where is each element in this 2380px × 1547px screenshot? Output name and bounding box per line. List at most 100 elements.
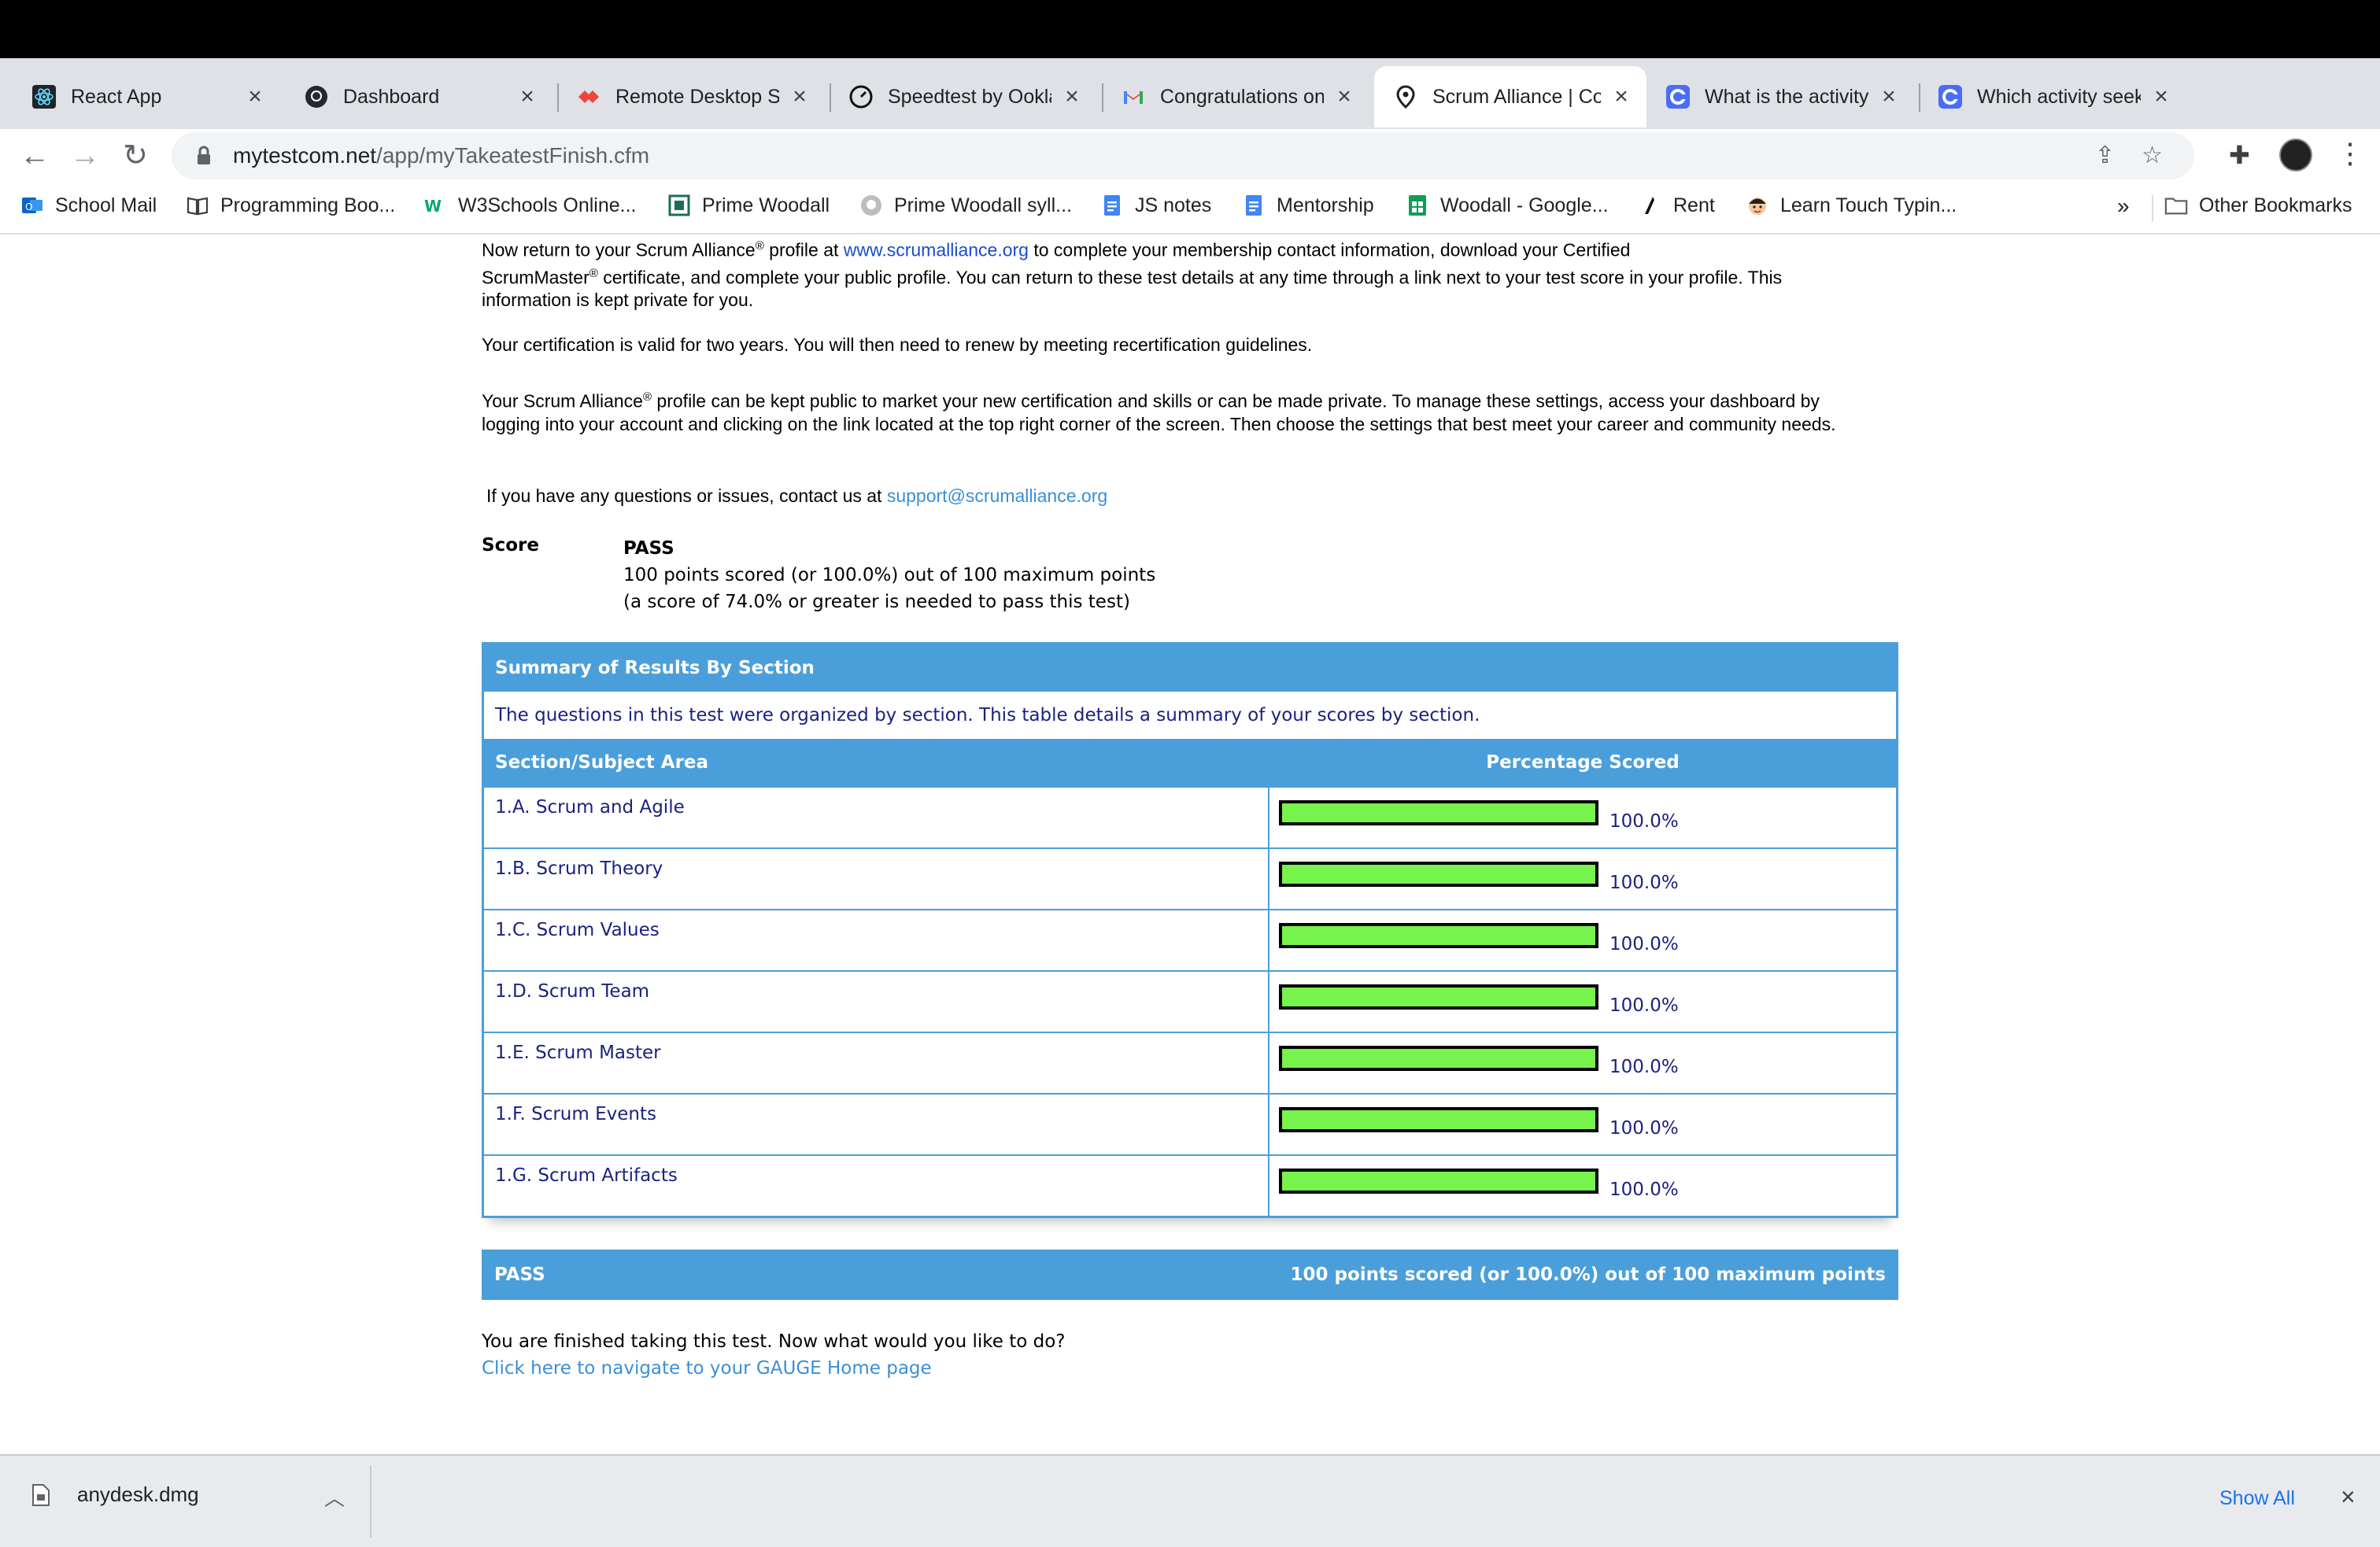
close-icon[interactable]: × bbox=[242, 83, 268, 110]
close-icon[interactable]: × bbox=[1609, 83, 1634, 110]
close-icon[interactable]: × bbox=[787, 83, 812, 110]
address-bar[interactable]: mytestcom.net/app/myTakeatestFinish.cfm … bbox=[172, 132, 2194, 179]
tab-title: Which activity seek bbox=[1977, 85, 2141, 108]
tab-title: Remote Desktop So bbox=[615, 85, 779, 108]
close-icon[interactable]: × bbox=[1876, 83, 1901, 110]
percentage-cell: 100.0% bbox=[1269, 972, 1896, 1032]
gauge-home-link[interactable]: Click here to navigate to your GAUGE Hom… bbox=[482, 1355, 1065, 1382]
bookmark-js-notes[interactable]: JS notes bbox=[1100, 194, 1211, 217]
close-icon[interactable]: × bbox=[1059, 83, 1085, 110]
section-name: 1.B. Scrum Theory bbox=[484, 849, 1269, 909]
finish-text: You are finished taking this test. Now w… bbox=[482, 1331, 1066, 1352]
close-icon[interactable]: × bbox=[515, 83, 540, 110]
scrumalliance-link[interactable]: www.scrumalliance.org bbox=[844, 240, 1029, 260]
bookmarks-separator bbox=[2152, 195, 2153, 222]
chevron-up-icon[interactable]: ︿ bbox=[324, 1482, 345, 1512]
folder-icon bbox=[2164, 194, 2188, 217]
close-icon[interactable]: × bbox=[1332, 83, 1357, 110]
close-icon[interactable]: × bbox=[2149, 83, 2174, 110]
score-detail: 100 points scored (or 100.0%) out of 100… bbox=[623, 565, 1156, 585]
section-name: 1.G. Scrum Artifacts bbox=[484, 1156, 1269, 1216]
progress-fill bbox=[1282, 1110, 1595, 1129]
other-bookmarks[interactable]: Other Bookmarks bbox=[2164, 194, 2352, 217]
percentage-value: 100.0% bbox=[1609, 995, 1679, 1016]
section-name: 1.D. Scrum Team bbox=[484, 972, 1269, 1032]
chegg-icon bbox=[1665, 84, 1691, 109]
text: to complete your membership contact info… bbox=[1028, 239, 1631, 260]
table-row: 1.E. Scrum Master 100.0% bbox=[484, 1032, 1896, 1093]
profile-avatar[interactable] bbox=[2279, 138, 2312, 172]
bookmarks-bar: O School Mail Programming Boo... W W3Sch… bbox=[0, 183, 2380, 234]
share-icon[interactable]: ⇪ bbox=[2095, 142, 2115, 169]
text: certificate, and complete your public pr… bbox=[597, 267, 1783, 288]
docs-icon bbox=[1242, 194, 1266, 217]
profile-instructions: Now return to your Scrum Alliance® profi… bbox=[482, 234, 1898, 312]
bookmark-learn-touch-typing[interactable]: Learn Touch Typin... bbox=[1746, 194, 1957, 217]
bookmark-label: Woodall - Google... bbox=[1440, 194, 1609, 216]
more-menu-icon[interactable]: ⋮ bbox=[2336, 137, 2364, 170]
tab-speedtest[interactable]: Speedtest by Ookla × bbox=[830, 66, 1097, 127]
support-email-link[interactable]: support@scrumalliance.org bbox=[887, 486, 1107, 506]
tab-scrum-alliance[interactable]: Scrum Alliance | Co × bbox=[1374, 66, 1646, 127]
bookmark-label: Prime Woodall syll... bbox=[894, 194, 1072, 216]
tab-remote-desktop[interactable]: Remote Desktop So × bbox=[557, 66, 825, 127]
tab-what-is-activity[interactable]: What is the activity × bbox=[1646, 66, 1914, 127]
summary-title: Summary of Results By Section bbox=[484, 644, 1896, 692]
score-threshold: (a score of 74.0% or greater is needed t… bbox=[623, 592, 1130, 612]
score-progress-bar bbox=[1279, 1046, 1598, 1071]
reload-icon[interactable]: ↻ bbox=[116, 137, 154, 175]
table-row: 1.C. Scrum Values 100.0% bbox=[484, 909, 1896, 970]
finish-block: You are finished taking this test. Now w… bbox=[482, 1328, 1065, 1382]
percentage-value: 100.0% bbox=[1609, 873, 1679, 893]
pass-summary-bar: PASS 100 points scored (or 100.0%) out o… bbox=[482, 1250, 1898, 1300]
show-all-button[interactable]: Show All bbox=[2219, 1487, 2295, 1510]
bookmark-woodall-google-sheets[interactable]: Woodall - Google... bbox=[1406, 194, 1609, 217]
progress-fill bbox=[1282, 988, 1595, 1006]
bookmark-mentorship[interactable]: Mentorship bbox=[1242, 194, 1374, 217]
bookmark-programming-books[interactable]: Programming Boo... bbox=[186, 194, 395, 217]
privacy-instructions: Your Scrum Alliance® profile can be kept… bbox=[482, 386, 1898, 436]
url-text: mytestcom.net/app/myTakeatestFinish.cfm bbox=[233, 143, 649, 168]
text: Now return to your Scrum Alliance bbox=[482, 239, 756, 260]
url-host: mytestcom.net bbox=[233, 143, 377, 168]
tab-congratulations[interactable]: Congratulations on × bbox=[1102, 66, 1369, 127]
bookmark-school-mail[interactable]: O School Mail bbox=[20, 194, 157, 217]
table-row: 1.F. Scrum Events 100.0% bbox=[484, 1093, 1896, 1154]
extensions-puzzle-icon[interactable]: ✚ bbox=[2229, 140, 2250, 170]
text: profile can be kept public to market you… bbox=[652, 390, 1820, 412]
back-arrow-icon[interactable]: ← bbox=[16, 137, 54, 175]
url-path: /app/myTakeatestFinish.cfm bbox=[376, 143, 650, 168]
bookmarks-overflow-chevron-icon[interactable]: » bbox=[2117, 194, 2130, 219]
forward-arrow-icon[interactable]: → bbox=[66, 137, 104, 175]
browser-toolbar: ← → ↻ mytestcom.net/app/myTakeatestFinis… bbox=[0, 129, 2380, 183]
download-filename: anydesk.dmg bbox=[77, 1482, 199, 1506]
column-header-percentage: Percentage Scored bbox=[1486, 752, 1680, 773]
tab-dashboard[interactable]: Dashboard × bbox=[285, 66, 552, 127]
download-item[interactable]: anydesk.dmg bbox=[31, 1482, 199, 1507]
shelf-separator bbox=[370, 1465, 371, 1538]
lock-icon bbox=[192, 144, 216, 168]
percentage-cell: 100.0% bbox=[1269, 849, 1896, 909]
gmail-icon bbox=[1121, 84, 1146, 109]
window-top-bar bbox=[0, 0, 2380, 58]
bookmark-prime-woodall-syllabus[interactable]: Prime Woodall syll... bbox=[859, 194, 1072, 217]
outlook-icon: O bbox=[20, 194, 44, 217]
page-content: Now return to your Scrum Alliance® profi… bbox=[0, 234, 2380, 1454]
bookmark-label: Other Bookmarks bbox=[2199, 194, 2352, 216]
progress-fill bbox=[1282, 865, 1595, 884]
score-label: Score bbox=[482, 535, 539, 556]
section-name: 1.A. Scrum and Agile bbox=[484, 788, 1269, 847]
tab-react-app[interactable]: React App × bbox=[13, 66, 280, 127]
chegg-icon bbox=[1938, 84, 1963, 109]
bookmark-rent[interactable]: Rent bbox=[1639, 194, 1715, 217]
close-icon[interactable]: × bbox=[2341, 1482, 2356, 1512]
bookmark-star-icon[interactable]: ☆ bbox=[2142, 142, 2163, 169]
percentage-cell: 100.0% bbox=[1269, 1033, 1896, 1093]
tab-which-activity[interactable]: Which activity seek × bbox=[1919, 66, 2186, 127]
bookmark-w3schools[interactable]: W W3Schools Online... bbox=[423, 194, 637, 217]
location-pin-icon bbox=[1393, 84, 1418, 109]
percentage-value: 100.0% bbox=[1609, 934, 1679, 954]
bookmark-prime-woodall[interactable]: Prime Woodall bbox=[667, 194, 830, 217]
percentage-cell: 100.0% bbox=[1269, 1156, 1896, 1216]
registered-mark: ® bbox=[755, 239, 764, 253]
